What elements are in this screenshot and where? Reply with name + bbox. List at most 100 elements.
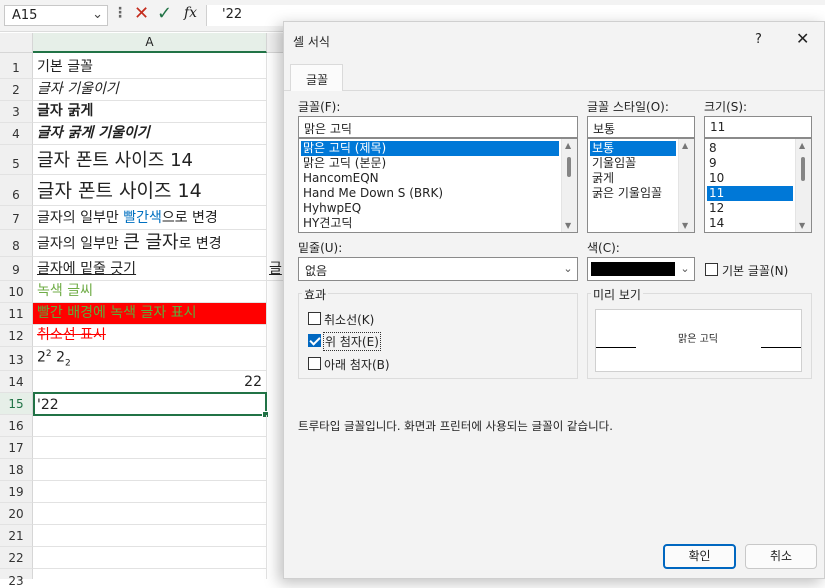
row-header[interactable]: 16 [0,415,33,437]
font-list-item[interactable]: HancomEQN [301,171,379,186]
name-box[interactable]: A15 ⌄ [4,5,108,26]
default-font-checkbox[interactable] [705,263,718,276]
row-header[interactable]: 17 [0,437,33,459]
style-list-item[interactable]: 굵게 [590,171,614,186]
cell-a2[interactable]: 글자 기울이기 [33,79,267,101]
cell-a11[interactable]: 빨간 배경에 녹색 글자 표시 [33,303,267,325]
superscript-checkbox[interactable] [308,334,321,347]
cell-a16[interactable] [33,415,267,437]
scroll-down-icon[interactable]: ▼ [565,221,571,230]
row-header[interactable]: 18 [0,459,33,481]
size-list-scrollbar[interactable]: ▲ ▼ [795,139,811,232]
row-header[interactable]: 1 [0,53,33,79]
size-list-item[interactable]: 8 [707,141,717,156]
scroll-down-icon[interactable]: ▼ [682,221,688,230]
row-header[interactable]: 20 [0,503,33,525]
cell-a1[interactable]: 기본 글꼴 [33,53,267,79]
cell-a19[interactable] [33,481,267,503]
cell-a18[interactable] [33,459,267,481]
cell-a7[interactable]: 글자의 일부만 빨간색으로 변경 [33,206,267,230]
style-list-scrollbar[interactable]: ▲ ▼ [678,139,694,232]
font-input[interactable]: 맑은 고딕 [298,116,578,138]
style-list[interactable]: 보통 기울임꼴 굵게 굵은 기울임꼴 ▲ ▼ [587,138,695,233]
font-list[interactable]: 맑은 고딕 (제목) 맑은 고딕 (본문) HancomEQN Hand Me … [298,138,578,233]
subscript-checkbox[interactable] [308,357,321,370]
color-picker[interactable]: ⌄ [587,257,695,281]
row-header[interactable]: 22 [0,547,33,569]
scroll-up-icon[interactable]: ▲ [565,141,571,150]
cell-a13[interactable]: 22 22 [33,347,267,371]
row-header[interactable]: 10 [0,281,33,303]
strikethrough-checkbox[interactable] [308,312,321,325]
font-list-item[interactable]: HyhwpEQ [301,201,361,216]
column-header-a[interactable]: A [33,33,267,53]
row-header[interactable]: 21 [0,525,33,547]
cancel-button[interactable]: 취소 [745,544,817,569]
size-list-item[interactable]: 10 [707,171,724,186]
scroll-down-icon[interactable]: ▼ [799,221,805,230]
fx-label[interactable]: fx [184,5,197,21]
row-header[interactable]: 23 [0,569,33,588]
size-list-item[interactable]: 14 [707,216,724,231]
font-list-item[interactable]: 맑은 고딕 (제목) [301,141,559,156]
font-list-item[interactable]: 맑은 고딕 (본문) [301,156,386,171]
tab-font[interactable]: 글꼴 [290,64,343,91]
cell-a5[interactable]: 글자 폰트 사이즈 14 [33,145,267,175]
size-list-item[interactable]: 11 [707,186,793,201]
row-header[interactable]: 12 [0,325,33,347]
select-all-corner[interactable] [0,33,33,53]
row-header-active[interactable]: 15 [0,393,33,415]
cell-a23[interactable] [33,569,267,579]
check-icon[interactable]: ✓ [157,3,172,24]
style-list-item[interactable]: 굵은 기울임꼴 [590,186,662,201]
row-header[interactable]: 5 [0,145,33,175]
cell-a22[interactable] [33,547,267,569]
scroll-up-icon[interactable]: ▲ [799,141,805,150]
cell-a14[interactable]: 22 [33,371,267,393]
close-icon[interactable]: ✕ [796,29,809,48]
row-header[interactable]: 3 [0,101,33,123]
size-list[interactable]: 8 9 10 11 12 14 ▲ ▼ [704,138,812,233]
font-list-item[interactable]: HY견고딕 [301,216,352,231]
style-list-item[interactable]: 보통 [590,141,676,156]
row-header[interactable]: 8 [0,230,33,257]
size-list-item[interactable]: 9 [707,156,717,171]
ok-button[interactable]: 확인 [663,544,736,569]
scroll-thumb[interactable] [567,157,571,177]
row-header[interactable]: 6 [0,175,33,206]
row-header[interactable]: 14 [0,371,33,393]
chevron-down-icon[interactable]: ⌄ [676,258,694,280]
cell-a8[interactable]: 글자의 일부만 큰 글자로 변경 [33,230,267,257]
scroll-up-icon[interactable]: ▲ [682,141,688,150]
cell-a6[interactable]: 글자 폰트 사이즈 14 [33,175,267,206]
row-header[interactable]: 4 [0,123,33,145]
row-header[interactable]: 7 [0,206,33,230]
chevron-down-icon[interactable]: ⌄ [559,258,577,280]
size-input[interactable]: 11 [704,116,812,138]
row-header[interactable]: 9 [0,257,33,281]
style-list-item[interactable]: 기울임꼴 [590,156,636,171]
size-list-item[interactable]: 12 [707,201,724,216]
cell-a20[interactable] [33,503,267,525]
font-list-item[interactable]: Hand Me Down S (BRK) [301,186,443,201]
row-header[interactable]: 19 [0,481,33,503]
chevron-down-icon[interactable]: ⌄ [92,7,103,22]
cell-a17[interactable] [33,437,267,459]
cell-a12[interactable]: 취소선 표시 [33,325,267,347]
cell-a21[interactable] [33,525,267,547]
scroll-thumb[interactable] [801,157,805,181]
row-header[interactable]: 11 [0,303,33,325]
font-list-scrollbar[interactable]: ▲ ▼ [561,139,577,232]
style-input[interactable]: 보통 [587,116,695,138]
underline-select[interactable]: 없음 ⌄ [298,257,578,281]
cell-a10[interactable]: 녹색 글씨 [33,281,267,303]
vertical-ellipsis-icon[interactable]: ⋮ [113,5,127,21]
help-button[interactable]: ? [755,32,762,47]
cross-icon[interactable]: ✕ [134,3,149,24]
cell-a9[interactable]: 글자에 밑줄 긋기 [33,257,267,281]
cell-a3[interactable]: 글자 굵게 [33,101,267,123]
cell-a4[interactable]: 글자 굵게 기울이기 [33,123,267,145]
cell-a15-active[interactable]: '22 [33,392,269,418]
row-header[interactable]: 2 [0,79,33,101]
row-header[interactable]: 13 [0,347,33,371]
